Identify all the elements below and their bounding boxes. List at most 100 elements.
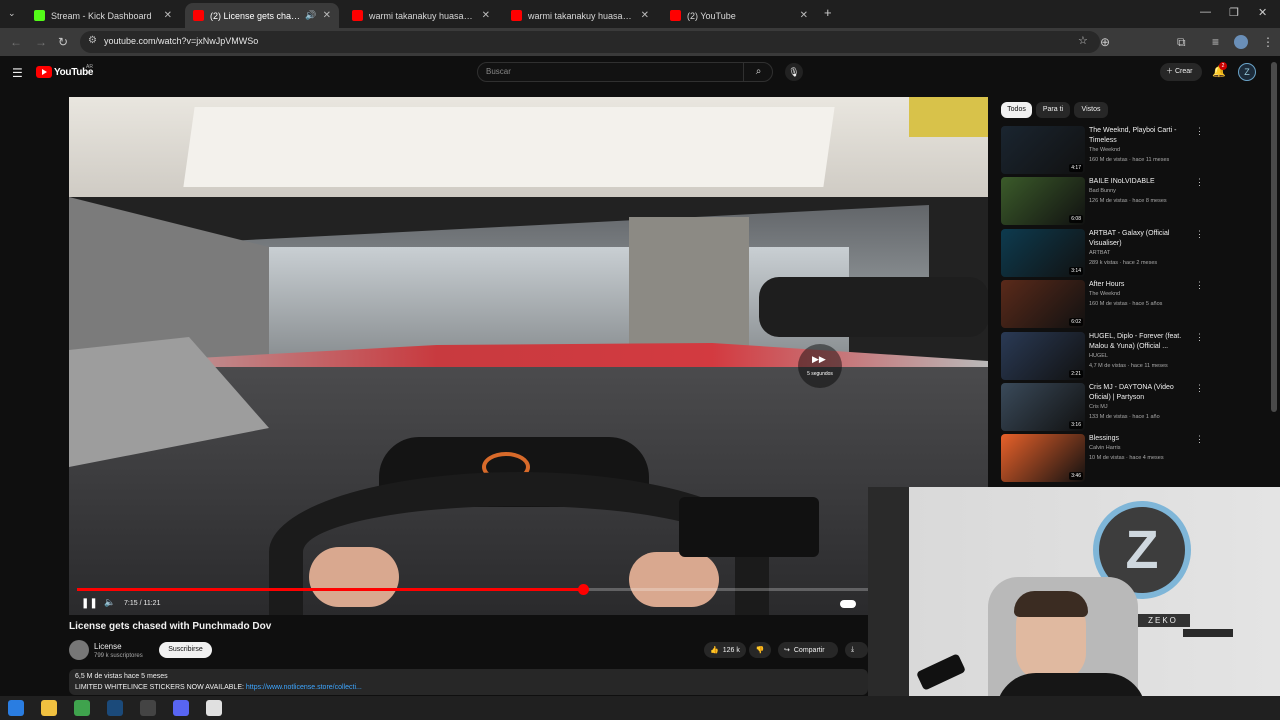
autoplay-toggle[interactable] [840,600,856,608]
search-button[interactable]: ⌕ [743,63,773,81]
page-scrollbar[interactable] [1271,62,1277,412]
video-progress-bar[interactable] [77,584,868,595]
recommendation-channel[interactable]: ARTBAT [1089,250,1110,256]
thumbs-down-icon: 👎 [755,647,765,654]
recommendation-channel[interactable]: The Weeknd [1089,147,1120,153]
close-icon[interactable]: ✕ [323,10,331,21]
restore-icon[interactable]: ❐ [1229,6,1239,19]
duration-badge: 4:17 [1069,164,1083,172]
chrome-icon[interactable] [206,700,222,716]
new-tab-button[interactable]: + [824,5,832,20]
tab-warmi-2[interactable]: warmi takanakuy huasao 2023 ✕ [503,3,657,28]
close-icon[interactable]: ✕ [800,10,808,21]
window-close-icon[interactable]: ✕ [1258,6,1267,19]
subscribe-button[interactable]: Suscribirse [159,642,212,658]
chip-todos[interactable]: Todos [1001,102,1032,118]
left-hand [309,547,399,607]
channel-avatar[interactable] [69,640,89,660]
share-button[interactable]: ↪ Compartir [778,642,838,658]
channel-name[interactable]: License [94,642,122,651]
video-thumbnail[interactable]: 3:16 [1001,383,1085,431]
recommendation-item[interactable]: 3:16 Cris MJ - DAYTONA (Video Oficial) | … [1001,383,1204,431]
site-info-icon[interactable]: ⚙ [88,35,97,46]
video-thumbnail[interactable]: 6:08 [1001,177,1085,226]
video-description[interactable]: 6,5 M de vistas hace 5 meses LIMITED WHI… [69,669,868,695]
forward-icon[interactable]: → [35,35,47,49]
start-icon[interactable] [8,700,24,716]
recommendation-title[interactable]: Cris MJ - DAYTONA (Video Oficial) | Part… [1089,383,1189,403]
file-explorer-icon[interactable] [41,700,57,716]
video-thumbnail[interactable]: 3:14 [1001,228,1085,277]
recommendation-item[interactable]: 3:14 ARTBAT - Galaxy (Official Visualiser… [1001,228,1204,277]
recommendation-channel[interactable]: Calvin Harris [1089,445,1120,451]
recommendation-item[interactable]: 6:08 BAILE INoLVIDABLE Bad Bunny 126 M de v… [1001,177,1204,226]
tab-warmi-1[interactable]: warmi takanakuy huasao 2023 ✕ [344,3,498,28]
account-avatar[interactable]: Z [1238,63,1256,81]
zoom-icon[interactable]: ⊕ [1100,35,1110,49]
recommendation-channel[interactable]: Cris MJ [1089,404,1108,410]
like-button[interactable]: 👍 126 k [704,642,746,658]
menu-kebab-icon[interactable]: ⋮ [1262,35,1274,49]
download-button[interactable]: ⤓ [845,642,868,658]
volume-icon[interactable]: 🔈 [104,597,115,608]
obs-icon[interactable] [140,700,156,716]
recommendation-channel[interactable]: Bad Bunny [1089,188,1116,194]
more-options-icon[interactable]: ⋮ [1195,383,1204,394]
search-input[interactable]: Buscar [477,62,773,82]
more-options-icon[interactable]: ⋮ [1195,280,1204,291]
minimize-icon[interactable]: — [1200,6,1211,18]
more-options-icon[interactable]: ⋮ [1195,177,1204,188]
pause-button[interactable]: ❚❚ [81,598,98,609]
reload-icon[interactable]: ↻ [58,35,68,49]
more-options-icon[interactable]: ⋮ [1195,332,1204,343]
recommendation-title[interactable]: The Weeknd, Playboi Carti - Timeless [1089,126,1189,146]
recommendation-title[interactable]: ARTBAT - Galaxy (Official Visualiser) [1089,229,1189,249]
youtube-logo-icon[interactable] [36,66,52,78]
microphone-icon[interactable]: 🎙 [785,63,803,81]
game-launcher-icon[interactable] [74,700,90,716]
tab-kick-dashboard[interactable]: Stream - Kick Dashboard ✕ [26,3,180,28]
video-thumbnail[interactable]: 3:46 [1001,434,1085,483]
back-icon[interactable]: ← [10,35,22,49]
create-button[interactable]: ＋ Crear [1160,63,1202,81]
speaker-icon[interactable]: 🔊 [305,10,316,21]
close-icon[interactable]: ✕ [641,10,649,21]
tab-license-video[interactable]: (2) License gets chased with 🔊 ✕ [185,3,339,28]
recommendation-item[interactable]: 3:46 Blessings Calvin Harris 10 M de vistas… [1001,434,1204,483]
more-options-icon[interactable]: ⋮ [1195,126,1204,137]
chip-vistos[interactable]: Vistos [1074,102,1108,118]
steam-icon[interactable] [107,700,123,716]
close-icon[interactable]: ✕ [482,10,490,21]
discord-icon[interactable] [173,700,189,716]
recommendation-title[interactable]: HUGEL, Diplo - Forever (feat. Malou & Yu… [1089,332,1189,352]
profile-avatar[interactable] [1234,35,1248,49]
media-icon[interactable]: ≡ [1212,35,1219,49]
kick-icon [34,10,45,21]
recommendation-title[interactable]: BAILE INoLVIDABLE [1089,177,1189,187]
recommendation-title[interactable]: Blessings [1089,434,1189,444]
video-thumbnail[interactable]: 6:02 [1001,280,1085,329]
recommendation-item[interactable]: 4:17 The Weeknd, Playboi Carti - Timeless… [1001,126,1204,174]
video-player[interactable]: ▶▶ 5 segundos ❚❚ 🔈 7:15 / 11:21 [69,97,988,615]
address-bar[interactable]: ⚙ youtube.com/watch?v=jxNwJpVMWSo ☆ [80,31,1100,53]
recommendation-title[interactable]: After Hours [1089,280,1189,290]
extensions-icon[interactable]: ⧉ [1177,35,1186,50]
recommendation-channel[interactable]: HUGEL [1089,353,1108,359]
bookmark-star-icon[interactable]: ☆ [1078,34,1088,47]
hamburger-menu-icon[interactable]: ☰ [12,66,23,80]
tab-search-icon[interactable]: ⌄ [8,8,16,19]
more-options-icon[interactable]: ⋮ [1195,229,1204,240]
recommendation-meta: 126 M de vistas · hace 8 meses [1089,198,1167,205]
tab-youtube-home[interactable]: (2) YouTube ✕ [662,3,816,28]
video-thumbnail[interactable]: 4:17 [1001,126,1085,174]
chip-para-ti[interactable]: Para ti [1036,102,1070,118]
description-link[interactable]: https://www.notlicense.store/collecti... [246,684,362,691]
recommendation-item[interactable]: 2:21 HUGEL, Diplo - Forever (feat. Malou … [1001,331,1204,380]
recommendation-channel[interactable]: The Weeknd [1089,291,1120,297]
close-icon[interactable]: ✕ [164,10,172,21]
recommendation-item[interactable]: 6:02 After Hours The Weeknd 160 M de vistas… [1001,280,1204,329]
dislike-button[interactable]: 👎 [749,642,771,658]
more-options-icon[interactable]: ⋮ [1195,434,1204,445]
duration-badge: 6:02 [1069,318,1083,327]
video-thumbnail[interactable]: 2:21 [1001,331,1085,380]
